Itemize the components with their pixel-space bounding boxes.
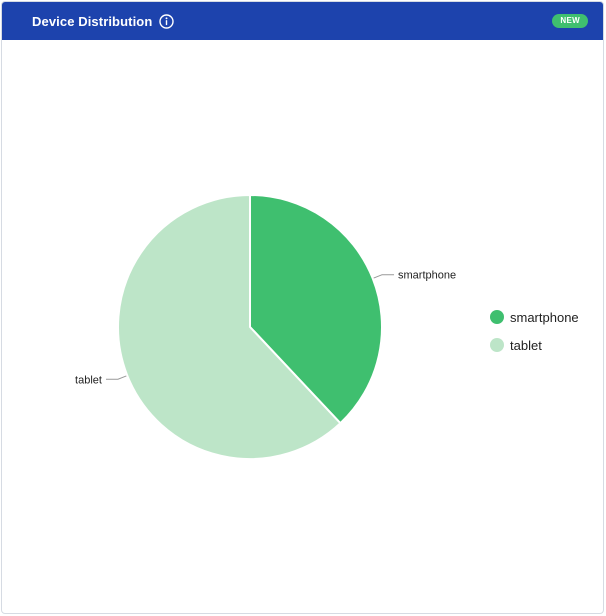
slice-label-smartphone: smartphone (398, 270, 456, 282)
legend-swatch-tablet (490, 338, 504, 352)
info-circle-icon[interactable] (159, 13, 175, 29)
chart-legend: smartphone tablet (490, 303, 579, 359)
leader-line-tablet (105, 375, 127, 380)
new-badge: NEW (552, 14, 588, 28)
legend-label-smartphone: smartphone (510, 309, 579, 325)
legend-item-tablet[interactable]: tablet (490, 331, 579, 359)
slice-label-tablet: tablet (75, 374, 102, 386)
chart-area: smartphone tablet smartphone tablet (2, 40, 603, 613)
chart-card: Device Distribution NEW smartphone tablet… (1, 1, 604, 614)
card-title: Device Distribution (32, 13, 153, 29)
legend-item-smartphone[interactable]: smartphone (490, 303, 579, 331)
leader-line-smartphone (373, 274, 395, 279)
legend-swatch-smartphone (490, 310, 504, 324)
legend-label-tablet: tablet (510, 337, 542, 353)
card-header: Device Distribution NEW (2, 2, 603, 40)
